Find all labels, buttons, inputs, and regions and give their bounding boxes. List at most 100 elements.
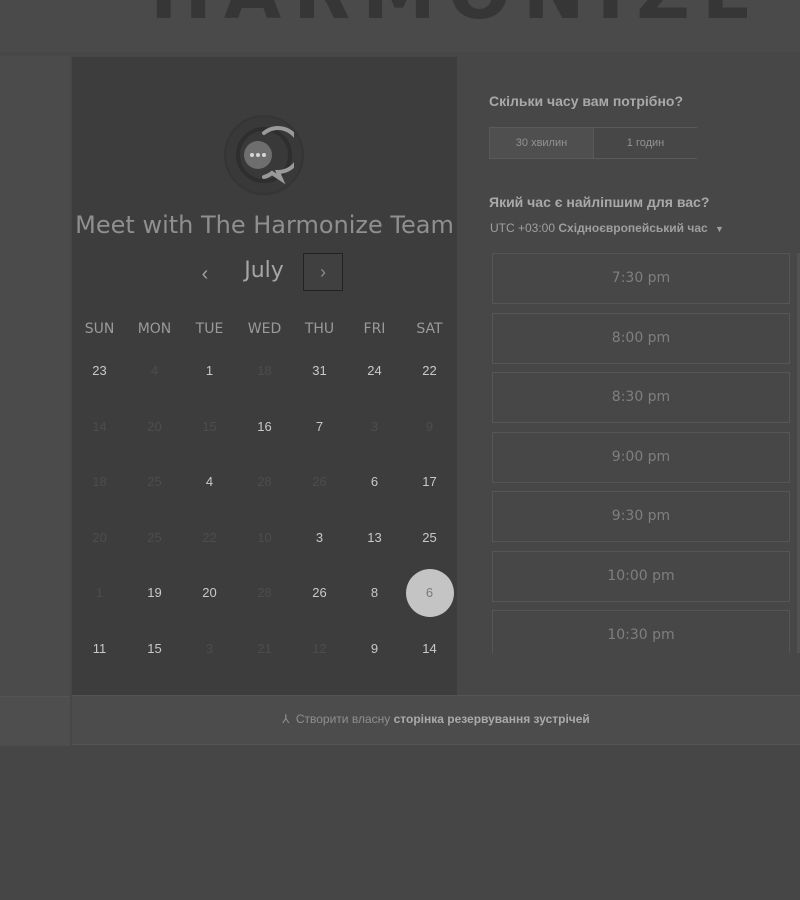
- calendar-day[interactable]: 6: [347, 454, 402, 509]
- calendar-day-number: 19: [147, 585, 162, 600]
- calendar-day[interactable]: 25: [402, 510, 457, 565]
- timezone-selector[interactable]: UTC +03:00 Східноєвропейський час ▼: [490, 221, 724, 235]
- month-navigation: ‹ July ›: [72, 253, 457, 294]
- calendar-day[interactable]: 31: [292, 343, 347, 398]
- duration-question: Скільки часу вам потрібно?: [489, 93, 684, 109]
- duration-option-30min[interactable]: 30 хвилин: [490, 128, 594, 158]
- left-gutter: [0, 56, 70, 747]
- calendar-day[interactable]: 24: [347, 343, 402, 398]
- calendar-day[interactable]: 16: [237, 399, 292, 454]
- chevron-right-icon[interactable]: ›: [303, 253, 343, 291]
- chevron-left-icon[interactable]: ‹: [190, 260, 220, 290]
- footer-bar: ⅄ Створити власну сторінка резервування …: [72, 695, 800, 745]
- calendar-day-number: 9: [370, 641, 379, 656]
- calendar-day: 14: [72, 399, 127, 454]
- calendar-day[interactable]: 15: [127, 621, 182, 676]
- calendar-day: 20: [127, 399, 182, 454]
- calendar-day: 28: [237, 565, 292, 620]
- calendar-day-number: 26: [312, 585, 327, 600]
- calendar-day-number: 6: [370, 474, 379, 489]
- calendar-day-number: 3: [370, 419, 379, 434]
- month-label: July: [244, 258, 284, 283]
- left-gutter-band: [0, 696, 70, 747]
- calendar-day: 15: [182, 399, 237, 454]
- calendar-day: 22: [182, 510, 237, 565]
- calendar-day: 3: [347, 399, 402, 454]
- calendar-day-number: 25: [422, 530, 437, 545]
- calendar-day-number: 16: [257, 419, 272, 434]
- calendar-day: 18: [72, 454, 127, 509]
- calendar-day[interactable]: 22: [402, 343, 457, 398]
- time-slot[interactable]: 10:00 pm: [492, 551, 790, 602]
- calendar-day[interactable]: 17: [402, 454, 457, 509]
- create-booking-page-link[interactable]: ⅄ Створити власну сторінка резервування …: [72, 712, 800, 726]
- calendar-day-number: 28: [257, 474, 272, 489]
- weekday-fri: FRI: [363, 321, 386, 337]
- header-logo-strip: HARMONIZE: [0, 0, 800, 52]
- weekday-tue: TUE: [195, 321, 224, 337]
- calendar-day-number: 21: [257, 641, 272, 656]
- calendar-day-number: 24: [367, 363, 382, 378]
- calendar-day[interactable]: 20: [182, 565, 237, 620]
- calendar-day-number: 25: [147, 474, 162, 489]
- time-slot[interactable]: 8:30 pm: [492, 372, 790, 423]
- calendar-day-number: 1: [95, 585, 104, 600]
- calendar-day-number: 14: [92, 419, 107, 434]
- duration-toggle-group: 30 хвилин 1 годин: [489, 127, 697, 159]
- footer-link-text: сторінка резервування зустрічей: [393, 712, 590, 726]
- calendar-day: 9: [402, 399, 457, 454]
- time-slot[interactable]: 7:30 pm: [492, 253, 790, 304]
- calendar-day-number: 3: [315, 530, 324, 545]
- chat-bubble-icon: [236, 126, 294, 185]
- calendar-day[interactable]: 1: [182, 343, 237, 398]
- weekday-sat: SAT: [416, 321, 443, 337]
- calendar-day-number: 31: [312, 363, 327, 378]
- calendar-day: 25: [127, 454, 182, 509]
- calendar-day-number: 15: [147, 641, 162, 656]
- time-slot[interactable]: 9:30 pm: [492, 491, 790, 542]
- calendar-day-number: 10: [257, 530, 272, 545]
- time-slot[interactable]: 9:00 pm: [492, 432, 790, 483]
- booking-page: HARMONIZE Meet with The Harmonize Team ‹…: [0, 0, 800, 900]
- calendar-day[interactable]: 8: [347, 565, 402, 620]
- duration-option-1hour[interactable]: 1 годин: [594, 128, 697, 158]
- page-background-lower: [0, 746, 800, 900]
- calendar-day-number: 3: [205, 641, 214, 656]
- time-question: Який час є найліпшим для вас?: [489, 194, 710, 210]
- weekday-mon: MON: [137, 321, 172, 337]
- calendar-day[interactable]: 7: [292, 399, 347, 454]
- calendar-day-number: 20: [92, 530, 107, 545]
- weekday-thu: THU: [304, 321, 335, 337]
- calendar-day[interactable]: 13: [347, 510, 402, 565]
- calendar-day[interactable]: 9: [347, 621, 402, 676]
- calendar-day[interactable]: 23: [72, 343, 127, 398]
- calendar-day[interactable]: 19: [127, 565, 182, 620]
- calendar-day-number: 1: [205, 363, 214, 378]
- calendar-day-selected[interactable]: 6: [402, 565, 457, 620]
- calendar-day-number: 8: [370, 585, 379, 600]
- calendar-day-number: 18: [92, 474, 107, 489]
- calendar-day[interactable]: 11: [72, 621, 127, 676]
- calendar-day: 28: [237, 454, 292, 509]
- team-avatar: [224, 115, 304, 195]
- calendar-day[interactable]: 14: [402, 621, 457, 676]
- calendar-day: 21: [237, 621, 292, 676]
- meeting-title: Meet with The Harmonize Team: [75, 211, 454, 239]
- weekday-wed: WED: [247, 321, 282, 337]
- calendar-day-number: 15: [202, 419, 217, 434]
- timezone-offset: UTC +03:00: [490, 221, 556, 235]
- time-slot[interactable]: 8:00 pm: [492, 313, 790, 364]
- calendar-day[interactable]: 4: [182, 454, 237, 509]
- time-slot[interactable]: 10:30 pm: [492, 610, 790, 653]
- calendar-day-number: 4: [205, 474, 214, 489]
- calendar-day-number: 17: [422, 474, 437, 489]
- time-slot-list: 7:30 pm 8:00 pm 8:30 pm 9:00 pm 9:30 pm …: [492, 253, 792, 653]
- calendar-day-number: 4: [150, 363, 159, 378]
- calendar-panel: Meet with The Harmonize Team ‹ July › SU…: [72, 57, 457, 695]
- calendar-day-number: 18: [257, 363, 272, 378]
- calendar-day-number: 12: [312, 641, 327, 656]
- calendar-day: 4: [127, 343, 182, 398]
- calendar-day[interactable]: 3: [292, 510, 347, 565]
- calendar-day[interactable]: 26: [292, 565, 347, 620]
- sprocket-icon: ⅄: [282, 712, 290, 726]
